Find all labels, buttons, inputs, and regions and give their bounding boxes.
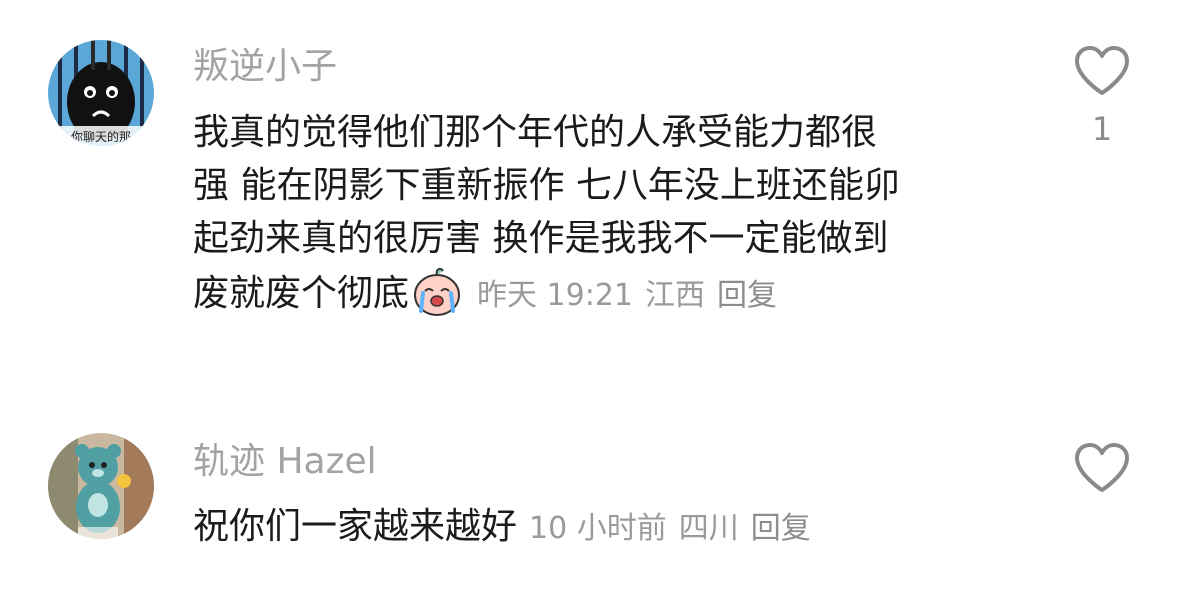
avatar-image: 你聊天的那 <box>48 40 154 146</box>
comment-last-line: 废就废个彻底 昨天 19:21 江西 回复 <box>193 265 1013 322</box>
avatar[interactable] <box>48 433 154 539</box>
username[interactable]: 叛逆小子 <box>193 40 337 94</box>
comment-location: 四川 <box>678 511 739 546</box>
svg-text:你聊天的那: 你聊天的那 <box>71 129 131 144</box>
comment-last-line: 祝你们一家越来越好 10 小时前 四川 回复 <box>193 500 1013 555</box>
reply-button[interactable]: 回复 <box>751 511 811 546</box>
crying-emoji-icon <box>411 265 463 317</box>
comment-time: 昨天 19:21 <box>477 278 634 313</box>
avatar[interactable]: 你聊天的那 <box>48 40 154 146</box>
comment-item: 轨迹 Hazel 祝你们一家越来越好 10 小时前 四川 回复 <box>0 425 1179 575</box>
comment-meta: 昨天 19:21 江西 回复 <box>477 278 789 313</box>
comment-time: 10 小时前 <box>529 511 667 546</box>
like-count: 1 <box>1091 110 1113 148</box>
comment-line: 我真的觉得他们那个年代的人承受能力都很 <box>193 112 878 153</box>
comment-line: 起劲来真的很厉害 换作是我我不一定能做到 <box>193 218 889 259</box>
comment-text: 我真的觉得他们那个年代的人承受能力都很 强 能在阴影下重新振作 七八年没上班还能… <box>193 106 1013 322</box>
like-button[interactable] <box>1073 45 1131 97</box>
avatar-image <box>48 433 154 539</box>
comment-line: 强 能在阴影下重新振作 七八年没上班还能卯 <box>193 165 900 206</box>
comment-location: 江西 <box>645 278 706 313</box>
like-button[interactable] <box>1073 442 1131 494</box>
comment-meta: 10 小时前 四川 回复 <box>529 511 823 546</box>
heart-outline-icon <box>1075 443 1129 492</box>
comment-item: 你聊天的那 叛逆小子 我真的觉得他们那个年代的人承受能力都很 强 能在阴影下重新… <box>0 30 1179 380</box>
heart-outline-icon <box>1075 46 1129 95</box>
reply-button[interactable]: 回复 <box>717 278 777 313</box>
comment-text: 祝你们一家越来越好 10 小时前 四川 回复 <box>193 500 1013 555</box>
comment-line: 祝你们一家越来越好 <box>193 506 518 547</box>
username[interactable]: 轨迹 Hazel <box>193 435 377 489</box>
comment-line: 废就废个彻底 <box>193 273 410 314</box>
